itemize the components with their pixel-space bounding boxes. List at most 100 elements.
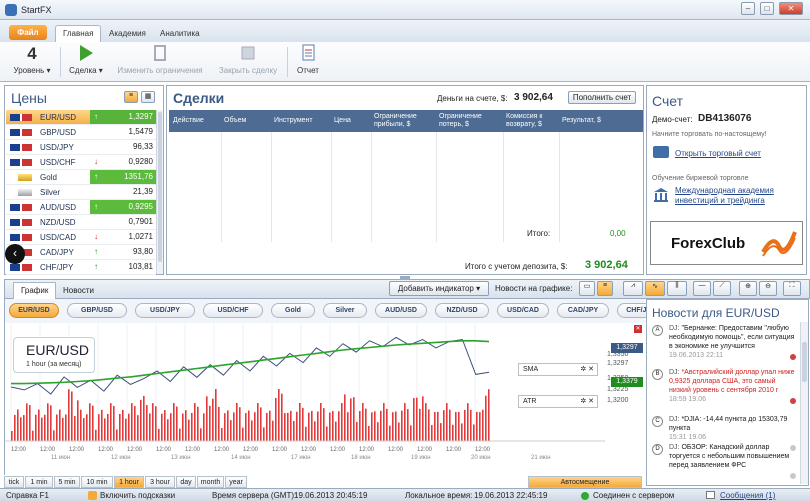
- deals-column-header[interactable]: Цена: [334, 117, 351, 125]
- symbol-button[interactable]: USD/JPY: [135, 303, 195, 318]
- atr-bar: [386, 408, 388, 441]
- deals-column-header[interactable]: Ограничение прибыли, $: [374, 113, 436, 129]
- topup-button[interactable]: Пополнить счет: [568, 91, 636, 104]
- timeframe-button[interactable]: 1 min: [25, 476, 53, 488]
- sma-indicator-chip[interactable]: SMA ✲ ✕: [518, 363, 598, 376]
- deals-column-header[interactable]: Объем: [224, 117, 246, 125]
- trend-line-icon[interactable]: ⟋: [713, 281, 731, 296]
- x-date-label: 12 июн: [111, 455, 131, 461]
- chart-line-icon[interactable]: ∿: [645, 281, 665, 296]
- symbol-button[interactable]: CAD/JPY: [557, 303, 609, 318]
- arrow-down-icon: ↓: [94, 232, 98, 241]
- draw-line-icon[interactable]: —: [693, 281, 711, 296]
- price-row[interactable]: AUD/USD ↑ 0,9295: [6, 200, 156, 215]
- price-row[interactable]: EUR/USD ↑ 1,3297: [6, 110, 156, 125]
- chart-close-icon[interactable]: ✕: [634, 325, 642, 333]
- symbol-button[interactable]: EUR/USD: [9, 303, 59, 318]
- messages-link[interactable]: Сообщения (1): [720, 491, 775, 500]
- news-scrollbar[interactable]: [800, 322, 808, 484]
- academy-link[interactable]: Международная академия инвестиций и трей…: [675, 186, 800, 206]
- news-text: *DJIA: -14,44 пункта до 15303,79 пункта: [669, 416, 788, 432]
- level-button[interactable]: 4 Уровень ▾: [10, 44, 54, 75]
- price-row[interactable]: Gold ↑ 1351,76: [6, 170, 156, 185]
- price-row[interactable]: USD/JPY 96,33: [6, 140, 156, 155]
- timeframe-button[interactable]: 5 min: [54, 476, 80, 488]
- symbol-button[interactable]: NZD/USD: [435, 303, 489, 318]
- symbol-button[interactable]: Gold: [271, 303, 315, 318]
- bottom-tabs-bar: График Новости Добавить индикатор ▾ Ново…: [4, 279, 810, 299]
- atr-bar: [182, 413, 184, 441]
- forexclub-logo[interactable]: ForexClub: [650, 221, 803, 265]
- atr-indicator-chip[interactable]: ATR ✲ ✕: [518, 395, 598, 408]
- tab-news[interactable]: Новости: [55, 282, 102, 299]
- timeframe-button[interactable]: 3 hour: [145, 476, 175, 488]
- price-row[interactable]: NZD/USD 0,7901: [6, 215, 156, 230]
- atr-bar: [344, 394, 346, 441]
- atr-bar: [68, 389, 70, 441]
- chart-bar-icon[interactable]: ⫼: [667, 281, 687, 296]
- timeframe-button[interactable]: day: [176, 476, 196, 488]
- tab-analytics[interactable]: Аналитика: [152, 25, 208, 42]
- price-symbol: USD/JPY: [40, 143, 74, 152]
- price-row[interactable]: GBP/USD 1,5479: [6, 125, 156, 140]
- zoom-in-icon[interactable]: ⊕: [739, 281, 757, 296]
- atr-bar: [362, 403, 364, 441]
- price-row[interactable]: USD/CHF ↓ 0,9280: [6, 155, 156, 170]
- maximize-button[interactable]: □: [760, 2, 774, 15]
- open-account-link[interactable]: Открыть торговый счет: [675, 149, 761, 158]
- news-list-icon[interactable]: ≡: [597, 281, 613, 296]
- close-deal-button[interactable]: Закрыть сделку: [214, 44, 282, 75]
- deals-column-header[interactable]: Инструмент: [274, 117, 313, 125]
- minimize-button[interactable]: –: [741, 2, 755, 15]
- price-row[interactable]: USD/CAD ↓ 1,0271: [6, 230, 156, 245]
- price-row[interactable]: Silver 21,39: [6, 185, 156, 200]
- atr-bar: [62, 417, 64, 441]
- symbol-button[interactable]: USD/CHF: [203, 303, 263, 318]
- server-time: 19.06.2013 20:45:19: [294, 491, 368, 500]
- price-value: ↑ 103,81: [90, 260, 156, 274]
- deals-column-header[interactable]: Действие: [173, 117, 204, 125]
- add-indicator-button[interactable]: Добавить индикатор ▾: [389, 281, 489, 296]
- file-menu-button[interactable]: Файл: [9, 25, 47, 40]
- atr-bar: [74, 416, 76, 441]
- fullscreen-icon[interactable]: ⛶: [783, 281, 801, 296]
- atr-bar: [428, 409, 430, 441]
- news-bubble-icon[interactable]: ▭: [579, 281, 595, 296]
- trade-button[interactable]: Сделка ▾: [66, 44, 106, 75]
- collapse-left-icon[interactable]: ‹: [5, 244, 25, 264]
- timeframe-button[interactable]: year: [225, 476, 247, 488]
- timeframe-button[interactable]: tick: [4, 476, 24, 488]
- timeframe-button[interactable]: month: [197, 476, 224, 488]
- chart-area-icon[interactable]: ⩘: [623, 281, 643, 296]
- atr-bar: [41, 417, 43, 441]
- help-link[interactable]: Справка F1: [6, 491, 49, 500]
- news-time: 19.06.2013 22:11: [669, 352, 723, 359]
- symbol-button[interactable]: Silver: [323, 303, 367, 318]
- symbol-button[interactable]: GBP/USD: [67, 303, 127, 318]
- timeframe-button[interactable]: 1 hour: [114, 476, 144, 488]
- deals-column-header[interactable]: Ограничение потерь, $: [439, 113, 501, 129]
- price-value-text: 1,0271: [128, 232, 153, 241]
- currency-flags-icon: [10, 264, 32, 271]
- timeframe-button[interactable]: 10 min: [81, 476, 113, 488]
- atr-bar: [149, 413, 151, 441]
- price-list-scrollbar[interactable]: [156, 110, 163, 274]
- symbol-button[interactable]: USD/CAD: [497, 303, 549, 318]
- list-view-icon[interactable]: ≡: [124, 91, 138, 103]
- zoom-out-icon[interactable]: ⊖: [759, 281, 777, 296]
- deals-column-header[interactable]: Результат, $: [562, 117, 601, 125]
- grid-view-icon[interactable]: ▦: [141, 91, 155, 103]
- deals-column-header[interactable]: Комиссия к возврату, $: [506, 113, 568, 129]
- tab-main[interactable]: Главная: [55, 25, 102, 42]
- price-row[interactable]: CHF/JPY ↑ 103,81: [6, 260, 156, 275]
- auto-shift-button[interactable]: Автосмещение: [528, 476, 642, 488]
- price-row[interactable]: CAD/JPY ↑ 93,80: [6, 245, 156, 260]
- close-button[interactable]: ✕: [779, 2, 803, 15]
- tab-academy[interactable]: Академия: [101, 25, 154, 42]
- change-limits-button[interactable]: Изменить ограничения: [112, 44, 208, 75]
- tab-chart[interactable]: График: [13, 282, 57, 299]
- report-button[interactable]: Отчет: [293, 44, 323, 75]
- hints-toggle[interactable]: Включить подсказки: [100, 491, 175, 500]
- atr-bar: [359, 411, 361, 441]
- symbol-button[interactable]: AUD/USD: [375, 303, 427, 318]
